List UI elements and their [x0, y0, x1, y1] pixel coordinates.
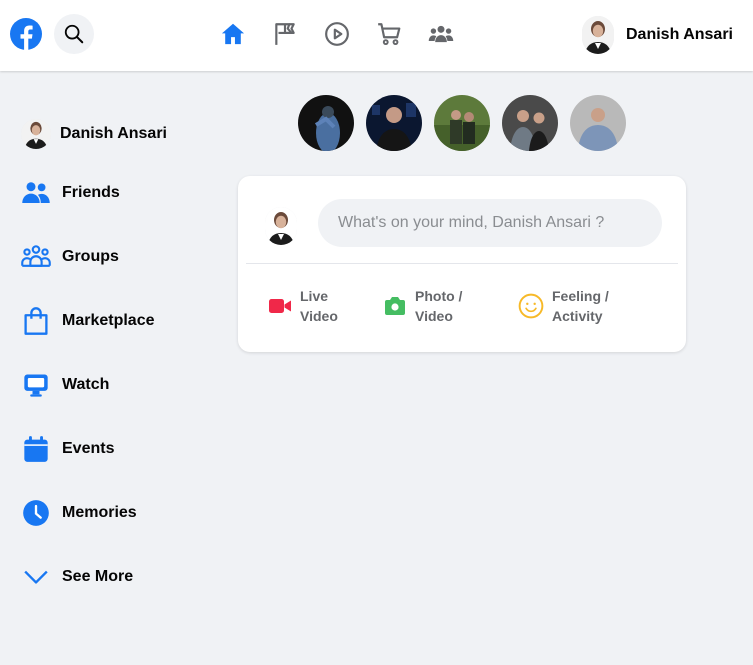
divider — [246, 263, 678, 264]
photo-video-button[interactable]: Photo / Video — [383, 286, 462, 326]
memories-icon — [20, 497, 52, 529]
play-icon — [325, 22, 349, 46]
story-thumbnail[interactable] — [298, 95, 354, 151]
sidebar-item-label: Watch — [62, 376, 110, 393]
marketplace-nav-button[interactable] — [375, 20, 403, 48]
camera-icon — [385, 297, 405, 315]
sidebar-item-label: Marketplace — [62, 312, 155, 329]
story-thumbnail[interactable] — [502, 95, 558, 151]
groups-nav-button[interactable] — [427, 20, 455, 48]
stories-row — [298, 95, 626, 151]
status-input[interactable] — [318, 199, 662, 247]
search-button[interactable] — [54, 14, 94, 54]
header-profile-name: Danish Ansari — [626, 26, 733, 43]
sidebar-item-marketplace[interactable]: Marketplace — [20, 301, 155, 341]
sidebar-item-watch[interactable]: Watch — [20, 365, 109, 405]
sidebar-item-label: Memories — [62, 504, 137, 521]
action-label-line1: Live — [300, 288, 329, 304]
pages-nav-button[interactable] — [271, 20, 299, 48]
sidebar-item-memories[interactable]: Memories — [20, 493, 137, 533]
events-icon — [20, 433, 52, 465]
sidebar-profile-name: Danish Ansari — [60, 125, 167, 142]
action-label-line1: Photo / — [415, 288, 463, 304]
top-navbar: Danish Ansari — [0, 0, 753, 71]
sidebar-item-profile[interactable]: Danish Ansari — [20, 114, 167, 154]
home-nav-button[interactable] — [219, 20, 247, 48]
facebook-logo-icon[interactable] — [10, 18, 42, 50]
sidebar-item-events[interactable]: Events — [20, 429, 114, 469]
cart-icon — [378, 23, 401, 46]
action-label-line2: Activity — [552, 308, 603, 324]
story-thumbnail[interactable] — [570, 95, 626, 151]
avatar — [582, 16, 614, 54]
sidebar-item-label: See More — [62, 568, 134, 585]
sidebar-item-friends[interactable]: Friends — [20, 173, 120, 213]
people-group-icon — [428, 25, 454, 43]
sidebar-item-label: Events — [62, 440, 115, 457]
live-video-button[interactable]: Live Video — [268, 286, 338, 326]
avatar — [20, 118, 52, 150]
sidebar-item-groups[interactable]: Groups — [20, 237, 119, 277]
story-thumbnail[interactable] — [434, 95, 490, 151]
groups-icon — [20, 241, 52, 273]
action-label-line1: Feeling / — [552, 288, 609, 304]
avatar — [265, 207, 297, 245]
live-video-icon — [269, 299, 291, 313]
sidebar-item-see-more[interactable]: See More — [20, 557, 133, 597]
flag-icon — [275, 23, 295, 45]
marketplace-icon — [20, 305, 52, 337]
post-composer: Live Video Photo / Video Feeling / Activ… — [238, 176, 686, 352]
friends-icon — [20, 177, 52, 209]
header-profile[interactable]: Danish Ansari — [582, 16, 733, 54]
watch-nav-button[interactable] — [323, 20, 351, 48]
action-label-line2: Video — [300, 308, 338, 324]
watch-icon — [20, 369, 52, 401]
home-icon — [221, 23, 245, 45]
story-thumbnail[interactable] — [366, 95, 422, 151]
search-icon — [64, 24, 84, 44]
chevron-down-icon — [20, 561, 52, 593]
sidebar-item-label: Friends — [62, 184, 120, 201]
feeling-activity-button[interactable]: Feeling / Activity — [518, 286, 609, 326]
sidebar-item-label: Groups — [62, 248, 119, 265]
smiley-icon — [518, 293, 544, 319]
action-label-line2: Video — [415, 308, 453, 324]
